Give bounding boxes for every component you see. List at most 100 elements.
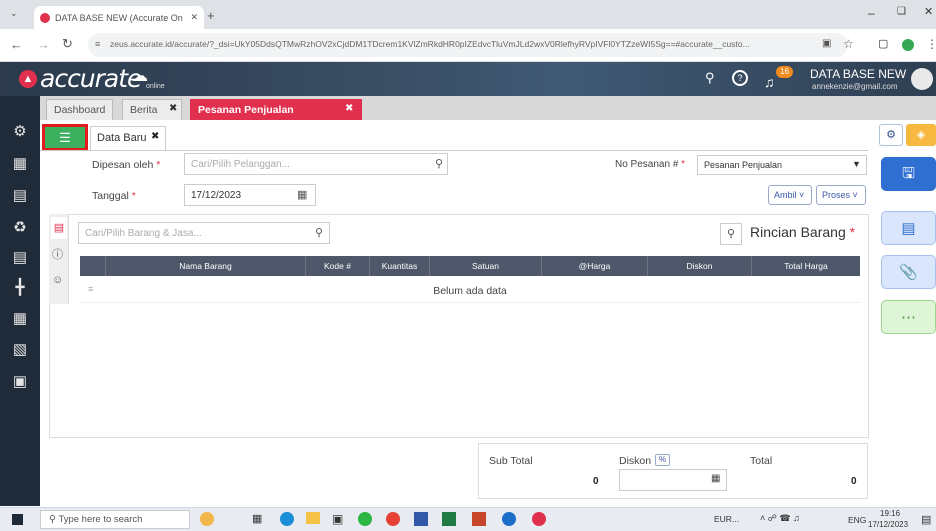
- bank-icon[interactable]: ♻: [10, 218, 30, 238]
- new-tab-icon[interactable]: +: [207, 8, 215, 23]
- whatsapp-icon[interactable]: [358, 512, 372, 526]
- clock-time[interactable]: 19:16: [880, 509, 900, 518]
- language-indicator[interactable]: ENG: [848, 515, 866, 525]
- site-info-icon[interactable]: ≡: [95, 39, 100, 49]
- purchase-icon[interactable]: ▤: [10, 248, 30, 268]
- extension-icon[interactable]: [902, 39, 914, 51]
- proses-button[interactable]: Proses ˅: [816, 185, 866, 205]
- module-tabs: Dashboard Berita ✖ Pesanan Penjualan ✖: [40, 96, 936, 120]
- taskbar-search-box[interactable]: ⚲ Type here to search: [40, 510, 190, 529]
- sidebar-icon[interactable]: ▢: [878, 37, 888, 50]
- info-tab-icon[interactable]: ⓘ: [52, 246, 63, 262]
- order-no-value: Pesanan Penjualan: [704, 160, 783, 170]
- item-search-icon[interactable]: ⚲: [315, 226, 323, 239]
- accurate-favicon-icon: [40, 12, 50, 23]
- ledger-icon[interactable]: ▤: [10, 186, 30, 206]
- app-icon[interactable]: [502, 512, 516, 526]
- calendar-icon[interactable]: ▦: [297, 188, 307, 201]
- logo-subtitle: online: [146, 83, 165, 90]
- tab-dashboard[interactable]: Dashboard: [46, 99, 114, 120]
- edge-icon[interactable]: [280, 512, 294, 526]
- close-tab-pesanan-icon[interactable]: ✖: [345, 103, 353, 114]
- list-view-button[interactable]: ☰: [42, 124, 88, 151]
- inventory-icon[interactable]: ▦: [10, 309, 30, 329]
- customer-search-icon[interactable]: ⚲: [435, 157, 443, 170]
- app-red-icon[interactable]: [532, 512, 546, 526]
- bookmark-star-icon[interactable]: ☆: [843, 37, 854, 51]
- help-icon[interactable]: ?: [732, 70, 748, 86]
- translate-icon[interactable]: ▣: [822, 38, 831, 49]
- col-total-harga[interactable]: Total Harga: [752, 256, 860, 276]
- dashboard-icon[interactable]: ▣: [10, 372, 30, 392]
- settings-gear-icon[interactable]: ⚙: [10, 122, 30, 142]
- forward-icon[interactable]: →: [37, 37, 50, 52]
- address-bar-row: ← → ↻ zeus.accurate.id/accurate/?_dsi=Uk…: [0, 29, 936, 62]
- order-no-select[interactable]: Pesanan Penjualan: [697, 155, 867, 175]
- col-harga[interactable]: @Harga: [542, 256, 648, 276]
- settings-small-button[interactable]: ⚙: [879, 124, 903, 146]
- files-icon[interactable]: [306, 512, 320, 524]
- user-email: annekenzie@gmail.com: [812, 82, 898, 91]
- excel-icon[interactable]: [442, 512, 456, 526]
- currency-widget[interactable]: EUR...: [714, 514, 739, 524]
- customer-search-input[interactable]: Cari/Pilih Pelanggan...: [184, 153, 448, 175]
- browser-tab[interactable]: DATA BASE NEW (Accurate On ✕: [34, 6, 204, 29]
- task-view-icon[interactable]: ▦: [252, 512, 262, 525]
- discount-unit-badge[interactable]: %: [655, 454, 670, 466]
- close-doc-tab-icon[interactable]: ✖: [151, 131, 159, 142]
- avatar[interactable]: [911, 68, 933, 90]
- tab-pesanan-penjualan[interactable]: Pesanan Penjualan: [190, 99, 362, 120]
- teams-icon[interactable]: [414, 512, 428, 526]
- chrome-icon[interactable]: [386, 512, 400, 526]
- user-tab-icon[interactable]: ☺: [52, 274, 63, 286]
- subtotal-label: Sub Total: [489, 455, 533, 467]
- close-window-icon[interactable]: ✕: [924, 5, 933, 18]
- item-search-input[interactable]: Cari/Pilih Barang & Jasa...: [78, 222, 330, 244]
- tip-button[interactable]: ◈: [906, 124, 936, 146]
- more-options-button[interactable]: ⋯: [881, 300, 936, 334]
- database-name[interactable]: DATA BASE NEW: [810, 67, 906, 81]
- report-icon[interactable]: ▧: [10, 340, 30, 360]
- reload-icon[interactable]: ↻: [62, 36, 73, 52]
- col-nama-barang[interactable]: Nama Barang: [106, 256, 306, 276]
- col-diskon[interactable]: Diskon: [648, 256, 752, 276]
- restore-icon[interactable]: ❑: [897, 6, 906, 17]
- url-text: zeus.accurate.id/accurate/?_dsi=UkY05Dds…: [110, 39, 750, 49]
- close-tab-icon[interactable]: ✕: [190, 12, 198, 23]
- close-tab-berita-icon[interactable]: ✖: [169, 103, 177, 114]
- browser-menu-icon[interactable]: ⋮: [926, 37, 936, 51]
- minimize-icon[interactable]: –: [868, 6, 875, 20]
- sales-cart-icon[interactable]: ╋: [10, 278, 30, 298]
- detail-search-button[interactable]: ⚲: [720, 223, 742, 245]
- url-field[interactable]: zeus.accurate.id/accurate/?_dsi=UkY05Dds…: [88, 33, 848, 57]
- back-icon[interactable]: ←: [10, 37, 23, 52]
- detail-title: Rincian Barang *: [750, 224, 856, 240]
- taskbar: ⚲ Type here to search ▦ ▣ EUR... ˄ ☍ ☎ ♫…: [0, 507, 936, 531]
- windows-start-icon[interactable]: [12, 514, 23, 525]
- save-button[interactable]: 🖫: [881, 157, 936, 191]
- items-tab-icon[interactable]: ▤: [51, 217, 67, 239]
- chevron-down-icon[interactable]: ▼: [852, 159, 861, 169]
- item-search-placeholder: Cari/Pilih Barang & Jasa...: [85, 228, 202, 239]
- col-satuan[interactable]: Satuan: [430, 256, 542, 276]
- calculator-icon[interactable]: ▦: [711, 473, 720, 484]
- ambil-label: Ambil: [774, 190, 797, 200]
- date-value: 17/12/2023: [191, 190, 242, 201]
- col-kuantitas[interactable]: Kuantitas: [370, 256, 430, 276]
- ambil-button[interactable]: Ambil ˅: [768, 185, 812, 205]
- powerpoint-icon[interactable]: [472, 512, 486, 526]
- store-icon[interactable]: ▣: [332, 512, 343, 526]
- document-icon: ▤: [901, 220, 916, 237]
- col-kode[interactable]: Kode #: [306, 256, 370, 276]
- header-search-icon[interactable]: ⚲: [705, 70, 715, 86]
- order-no-label: No Pesanan # *: [615, 159, 686, 170]
- notifications-icon[interactable]: ▤: [921, 513, 931, 526]
- company-icon[interactable]: ▦: [10, 154, 30, 174]
- tab-list-chevron-icon[interactable]: ⌄: [10, 8, 18, 19]
- tray-icons[interactable]: ˄ ☍ ☎ ♫: [760, 513, 800, 524]
- print-button[interactable]: ▤: [881, 211, 936, 245]
- clock-date[interactable]: 17/12/2023: [868, 520, 908, 529]
- cortana-icon[interactable]: [200, 512, 214, 526]
- notification-bell-icon[interactable]: ♫: [764, 74, 775, 90]
- attachment-button[interactable]: 📎: [881, 255, 936, 289]
